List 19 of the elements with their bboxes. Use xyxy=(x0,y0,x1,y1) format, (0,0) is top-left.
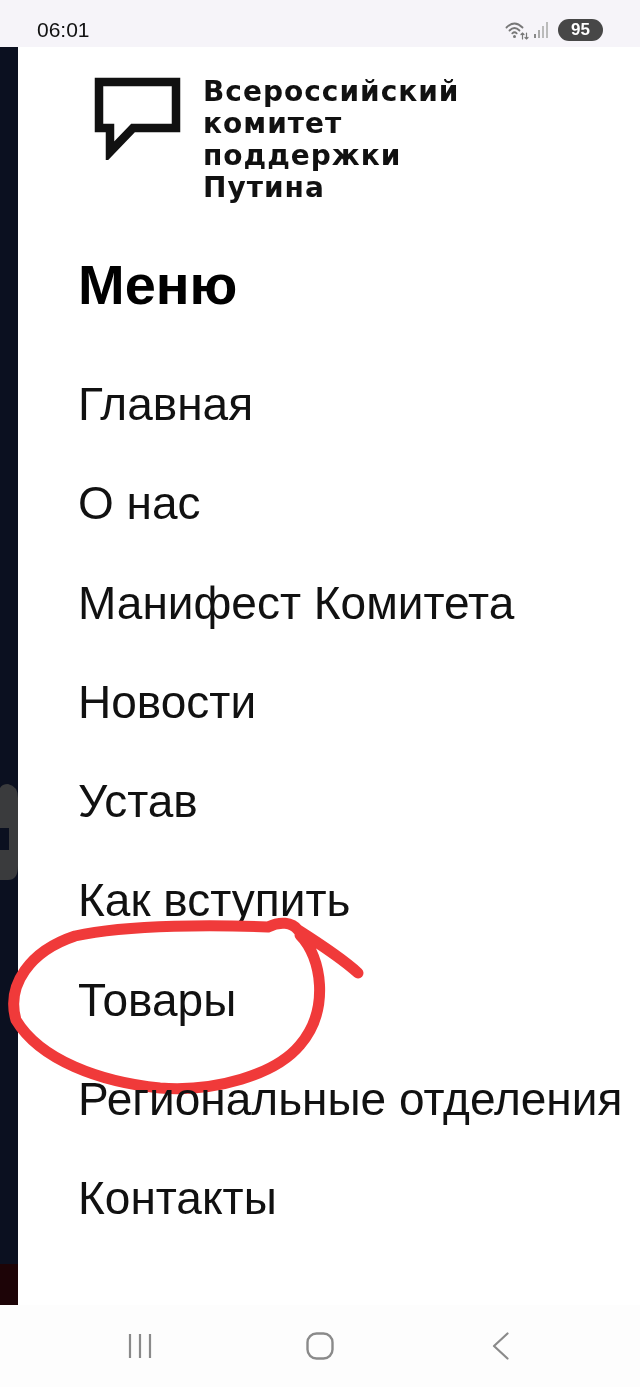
menu-item[interactable]: Как вступить xyxy=(78,874,351,927)
status-time: 06:01 xyxy=(37,18,90,42)
menu-item[interactable]: Манифест Комитета xyxy=(78,576,515,629)
back-icon[interactable] xyxy=(491,1332,509,1360)
recents-icon[interactable] xyxy=(128,1333,152,1359)
logo-text: Всероссийский комитет поддержки Путина xyxy=(203,76,460,204)
home-icon[interactable] xyxy=(306,1332,334,1360)
menu-item[interactable]: Товары xyxy=(78,973,237,1026)
wifi-icon xyxy=(505,20,530,40)
menu-item[interactable]: О нас xyxy=(78,477,201,530)
menu-title: Меню xyxy=(78,252,238,317)
menu-item[interactable]: Устав xyxy=(78,775,198,828)
menu-item[interactable]: Региональные отделения xyxy=(78,1072,623,1125)
signal-icon xyxy=(534,22,549,38)
speech-bubble-icon xyxy=(93,76,183,160)
battery-indicator: 95 xyxy=(558,19,603,41)
menu-item[interactable]: Контакты xyxy=(78,1172,277,1225)
menu-item[interactable]: Новости xyxy=(78,675,257,728)
menu-item[interactable]: Главная xyxy=(78,378,254,431)
